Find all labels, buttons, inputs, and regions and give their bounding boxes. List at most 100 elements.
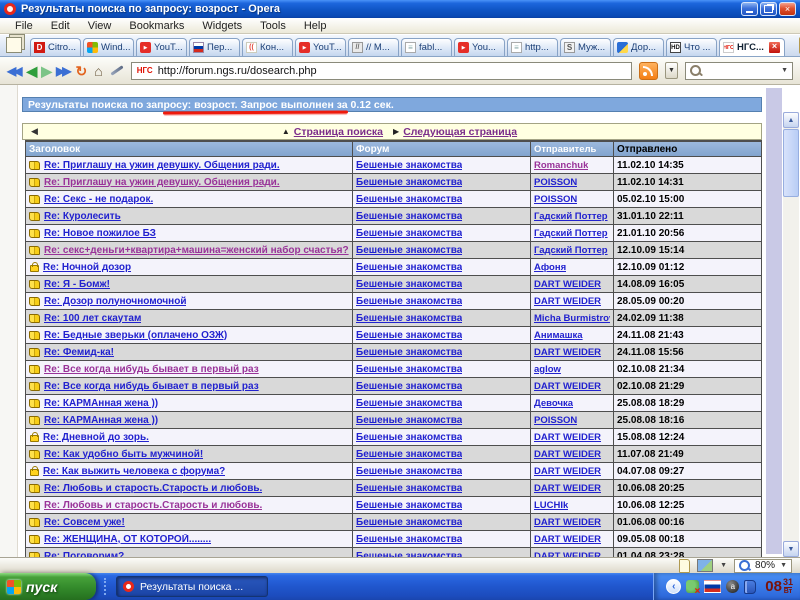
menu-view[interactable]: View <box>79 20 121 32</box>
sender-link[interactable]: Афоня <box>534 262 566 273</box>
topic-link[interactable]: Re: Приглашу на ужин девушку. Общения ра… <box>44 160 280 171</box>
forum-link[interactable]: Бешеные знакомства <box>356 500 462 511</box>
topic-link[interactable]: Re: Фемид-ка! <box>44 347 114 358</box>
forum-link[interactable]: Бешеные знакомства <box>356 381 462 392</box>
forum-link[interactable]: Бешеные знакомства <box>356 211 462 222</box>
menu-tools[interactable]: Tools <box>251 20 295 32</box>
tab-m[interactable]: //// M... <box>348 38 399 56</box>
sender-link[interactable]: Romanchuk <box>534 160 588 171</box>
sender-link[interactable]: DART WEIDER <box>534 296 601 307</box>
sender-link[interactable]: Гадский Поттер <box>534 211 608 222</box>
tray-messenger-icon[interactable] <box>686 580 699 593</box>
topic-link[interactable]: Re: Секс - не подарок. <box>44 194 153 205</box>
forum-link[interactable]: Бешеные знакомства <box>356 534 462 545</box>
sender-link[interactable]: LUCHIk <box>534 500 568 511</box>
topic-link[interactable]: Re: Как удобно быть мужчиной! <box>44 449 203 460</box>
topic-link[interactable]: Re: Все когда нибудь бывает в первый раз <box>44 381 259 392</box>
sender-link[interactable]: DART WEIDER <box>534 347 601 358</box>
forward-button[interactable]: ▶ <box>41 64 49 78</box>
taskbar-task-button[interactable]: Результаты поиска ... <box>116 576 268 597</box>
forum-link[interactable]: Бешеные знакомства <box>356 160 462 171</box>
sender-link[interactable]: DART WEIDER <box>534 466 601 477</box>
sender-link[interactable]: Анимашка <box>534 330 583 341</box>
tab-list-icon[interactable] <box>6 37 22 53</box>
forum-link[interactable]: Бешеные знакомства <box>356 483 462 494</box>
search-page-link[interactable]: Страница поиска <box>294 126 383 138</box>
tab-что[interactable]: HDЧто ... <box>666 38 717 56</box>
tray-clock[interactable]: 08 31 Вт <box>765 578 793 595</box>
menu-edit[interactable]: Edit <box>42 20 79 32</box>
forum-link[interactable]: Бешеные знакомства <box>356 330 462 341</box>
menu-help[interactable]: Help <box>295 20 336 32</box>
tab-fabl[interactable]: ≡fabl... <box>401 38 452 56</box>
note-pencil-icon[interactable] <box>110 65 123 75</box>
sender-link[interactable]: Micha Burmistrov <box>534 313 610 324</box>
forum-link[interactable]: Бешеные знакомства <box>356 466 462 477</box>
images-dropdown[interactable]: ▼ <box>720 562 727 569</box>
forum-link[interactable]: Бешеные знакомства <box>356 228 462 239</box>
scrollbar-thumb[interactable] <box>783 129 799 197</box>
fast-forward-button[interactable]: ▶▶ <box>56 65 68 77</box>
tray-agent-icon[interactable]: a <box>726 580 739 593</box>
back-button[interactable]: ◀ <box>26 64 34 78</box>
sender-link[interactable]: POISSON <box>534 177 577 188</box>
topic-link[interactable]: Re: 100 лет скаутам <box>44 313 141 324</box>
topic-link[interactable]: Re: Новое пожилое БЗ <box>44 228 156 239</box>
forum-link[interactable]: Бешеные знакомства <box>356 262 462 273</box>
tab-citro[interactable]: DCitro... <box>30 38 81 56</box>
topic-link[interactable]: Re: КАРМАнная жена )) <box>44 415 158 426</box>
scroll-up-icon[interactable]: ▲ <box>783 112 799 128</box>
menu-bookmarks[interactable]: Bookmarks <box>120 20 193 32</box>
sender-link[interactable]: DART WEIDER <box>534 517 601 528</box>
tab-you[interactable]: ▶You... <box>454 38 505 56</box>
tab-кон[interactable]: ((Кон... <box>242 38 293 56</box>
topic-link[interactable]: Re: КАРМАнная жена )) <box>44 398 158 409</box>
forum-link[interactable]: Бешеные знакомства <box>356 398 462 409</box>
scroll-down-icon[interactable]: ▼ <box>783 541 799 557</box>
sender-link[interactable]: DART WEIDER <box>534 534 601 545</box>
tray-chevron-icon[interactable]: ‹ <box>666 579 681 594</box>
zoom-dropdown[interactable]: ▼ <box>780 562 787 569</box>
menu-file[interactable]: File <box>6 20 42 32</box>
tab-yout[interactable]: ▶YouT... <box>295 38 346 56</box>
tab-yout[interactable]: ▶YouT... <box>136 38 187 56</box>
forum-link[interactable]: Бешеные знакомства <box>356 194 462 205</box>
menu-widgets[interactable]: Widgets <box>193 20 251 32</box>
tray-keyboard-layout-icon[interactable] <box>704 580 721 593</box>
forum-link[interactable]: Бешеные знакомства <box>356 313 462 324</box>
start-button[interactable]: пуск <box>0 573 96 600</box>
tray-dictionary-icon[interactable] <box>744 580 756 594</box>
zoom-control[interactable]: 80% ▼ <box>734 559 792 573</box>
restore-button[interactable] <box>760 2 777 16</box>
topic-link[interactable]: Re: Ночной дозор <box>43 262 131 273</box>
tab-close-icon[interactable]: × <box>768 41 781 54</box>
forum-link[interactable]: Бешеные знакомства <box>356 296 462 307</box>
sender-link[interactable]: Гадский Поттер <box>534 228 608 239</box>
topic-link[interactable]: Re: Дозор полуночномочной <box>44 296 186 307</box>
topic-link[interactable]: Re: секс+деньги+квартира+машина=женский … <box>44 245 349 256</box>
home-button[interactable]: ⌂ <box>94 64 102 78</box>
tab-wind[interactable]: Wind... <box>83 38 134 56</box>
rss-dropdown[interactable]: ▼ <box>665 62 678 79</box>
forum-link[interactable]: Бешеные знакомства <box>356 347 462 358</box>
topic-link[interactable]: Re: Все когда нибудь бывает в первый раз <box>44 364 259 375</box>
sender-link[interactable]: POISSON <box>534 415 577 426</box>
sender-link[interactable]: DART WEIDER <box>534 449 601 460</box>
sender-link[interactable]: Девочка <box>534 398 573 409</box>
forum-link[interactable]: Бешеные знакомства <box>356 245 462 256</box>
tab-муж[interactable]: SМуж... <box>560 38 611 56</box>
prev-page-arrow-icon[interactable]: ◀ <box>31 126 38 137</box>
sender-link[interactable]: DART WEIDER <box>534 381 601 392</box>
forum-link[interactable]: Бешеные знакомства <box>356 415 462 426</box>
vertical-scrollbar[interactable]: ▲ ▼ <box>783 112 799 557</box>
tab-нгс[interactable]: НГСНГС...× <box>719 38 785 56</box>
tab-http[interactable]: ≡http... <box>507 38 558 56</box>
topic-link[interactable]: Re: Я - Бомж! <box>44 279 110 290</box>
sender-link[interactable]: Гадский Поттер <box>534 245 608 256</box>
sender-link[interactable]: DART WEIDER <box>534 483 601 494</box>
document-icon[interactable] <box>679 559 690 573</box>
forum-link[interactable]: Бешеные знакомства <box>356 279 462 290</box>
close-button[interactable]: × <box>779 2 796 16</box>
search-input[interactable]: ▼ <box>685 62 793 80</box>
topic-link[interactable]: Re: Любовь и старость.Старость и любовь. <box>44 483 262 494</box>
